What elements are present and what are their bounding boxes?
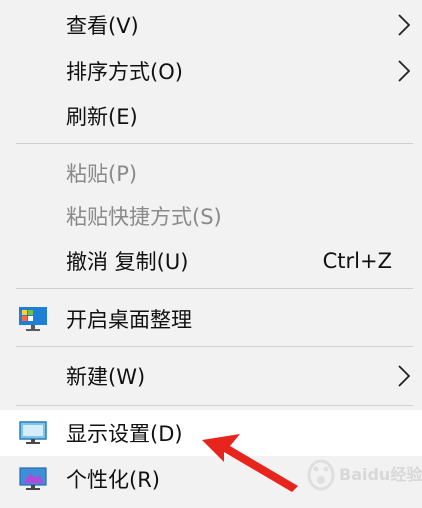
menu-item-view[interactable]: 查看(V)	[0, 2, 422, 48]
desktop-organizer-icon	[19, 307, 47, 331]
menu-item-desktop-organizer[interactable]: 开启桌面整理	[0, 296, 422, 342]
menu-item-desktop-organizer-label: 开启桌面整理	[66, 308, 192, 332]
personalize-icon	[19, 467, 47, 490]
menu-separator	[16, 143, 413, 144]
menu-item-undo-copy-label: 撤消 复制(U)	[66, 250, 189, 274]
menu-item-paste-label: 粘贴(P)	[66, 162, 138, 186]
menu-item-new[interactable]: 新建(W)	[0, 353, 422, 399]
menu-item-sort[interactable]: 排序方式(O)	[0, 48, 422, 94]
watermark-text: Baidu经验	[339, 465, 422, 484]
menu-item-view-label: 查看(V)	[66, 14, 139, 38]
menu-item-display-settings-label: 显示设置(D)	[66, 422, 183, 446]
chevron-right-icon	[398, 14, 410, 36]
menu-item-sort-label: 排序方式(O)	[66, 60, 183, 84]
menu-item-refresh-label: 刷新(E)	[66, 105, 138, 129]
menu-item-personalize-label: 个性化(R)	[66, 468, 160, 492]
chevron-right-icon	[398, 365, 410, 387]
menu-item-undo-copy-shortcut: Ctrl+Z	[322, 249, 392, 273]
menu-separator	[16, 405, 413, 406]
menu-item-paste[interactable]: 粘贴(P)	[0, 150, 422, 196]
menu-item-paste-shortcut[interactable]: 粘贴快捷方式(S)	[0, 193, 422, 239]
menu-separator	[16, 288, 413, 289]
annotation-arrow	[202, 434, 298, 492]
menu-item-new-label: 新建(W)	[66, 365, 146, 389]
chevron-right-icon	[398, 60, 410, 82]
menu-item-undo-copy[interactable]: 撤消 复制(U) Ctrl+Z	[0, 238, 422, 284]
menu-item-refresh[interactable]: 刷新(E)	[0, 93, 422, 139]
menu-separator	[16, 346, 413, 347]
display-settings-icon	[19, 421, 47, 444]
menu-item-paste-shortcut-label: 粘贴快捷方式(S)	[66, 205, 222, 229]
